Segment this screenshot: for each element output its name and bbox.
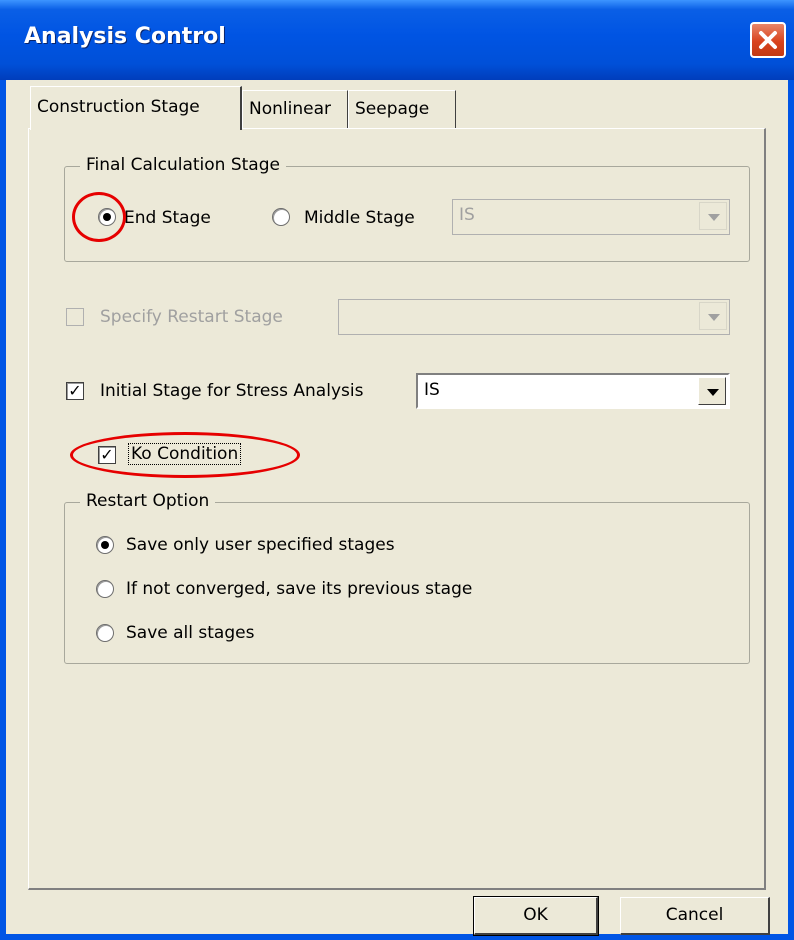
window-frame-right — [788, 80, 794, 940]
restart-option-legend: Restart Option — [80, 491, 216, 511]
cancel-button[interactable]: Cancel — [620, 897, 770, 935]
initial-stage-label[interactable]: Initial Stage for Stress Analysis — [100, 381, 363, 401]
dialog-title: Analysis Control — [24, 24, 226, 49]
close-icon — [759, 31, 777, 49]
analysis-control-dialog: Analysis Control Construction Stage Nonl… — [0, 0, 794, 940]
title-bar[interactable]: Analysis Control — [0, 0, 794, 80]
save-user-specified-radio[interactable] — [96, 536, 114, 554]
close-button[interactable] — [750, 22, 786, 58]
initial-stage-combo[interactable]: IS — [416, 373, 730, 409]
middle-stage-label[interactable]: Middle Stage — [304, 208, 415, 228]
restart-stage-combo[interactable] — [338, 299, 730, 335]
ko-condition-checkbox[interactable]: ✓ — [98, 446, 116, 464]
save-previous-stage-label[interactable]: If not converged, save its previous stag… — [126, 579, 472, 599]
save-all-stages-label[interactable]: Save all stages — [126, 623, 254, 643]
tab-label: Construction Stage — [37, 97, 200, 117]
initial-stage-checkbox[interactable]: ✓ — [66, 382, 84, 400]
save-previous-stage-radio[interactable] — [96, 580, 114, 598]
specify-restart-stage-checkbox[interactable] — [66, 308, 84, 326]
end-stage-radio[interactable] — [98, 208, 116, 226]
tab-construction-stage[interactable]: Construction Stage — [30, 86, 242, 130]
chevron-down-icon[interactable] — [698, 377, 726, 405]
tab-label: Seepage — [355, 99, 430, 119]
end-stage-label[interactable]: End Stage — [124, 208, 211, 228]
specify-restart-stage-label[interactable]: Specify Restart Stage — [100, 307, 283, 327]
save-user-specified-label[interactable]: Save only user specified stages — [126, 535, 395, 555]
window-frame-left — [0, 80, 6, 940]
ok-button[interactable]: OK — [473, 896, 599, 936]
initial-stage-combo-value: IS — [424, 380, 440, 400]
tab-seepage[interactable]: Seepage — [348, 90, 456, 128]
final-calculation-stage-legend: Final Calculation Stage — [80, 155, 286, 175]
middle-stage-combo[interactable]: IS — [452, 199, 730, 235]
tab-label: Nonlinear — [249, 99, 331, 119]
tab-nonlinear[interactable]: Nonlinear — [242, 90, 348, 128]
middle-stage-combo-value: IS — [459, 205, 475, 225]
middle-stage-radio[interactable] — [272, 208, 290, 226]
save-all-stages-radio[interactable] — [96, 624, 114, 642]
chevron-down-icon[interactable] — [699, 202, 727, 230]
chevron-down-icon[interactable] — [699, 302, 727, 330]
ko-condition-label[interactable]: Ko Condition — [128, 443, 242, 465]
